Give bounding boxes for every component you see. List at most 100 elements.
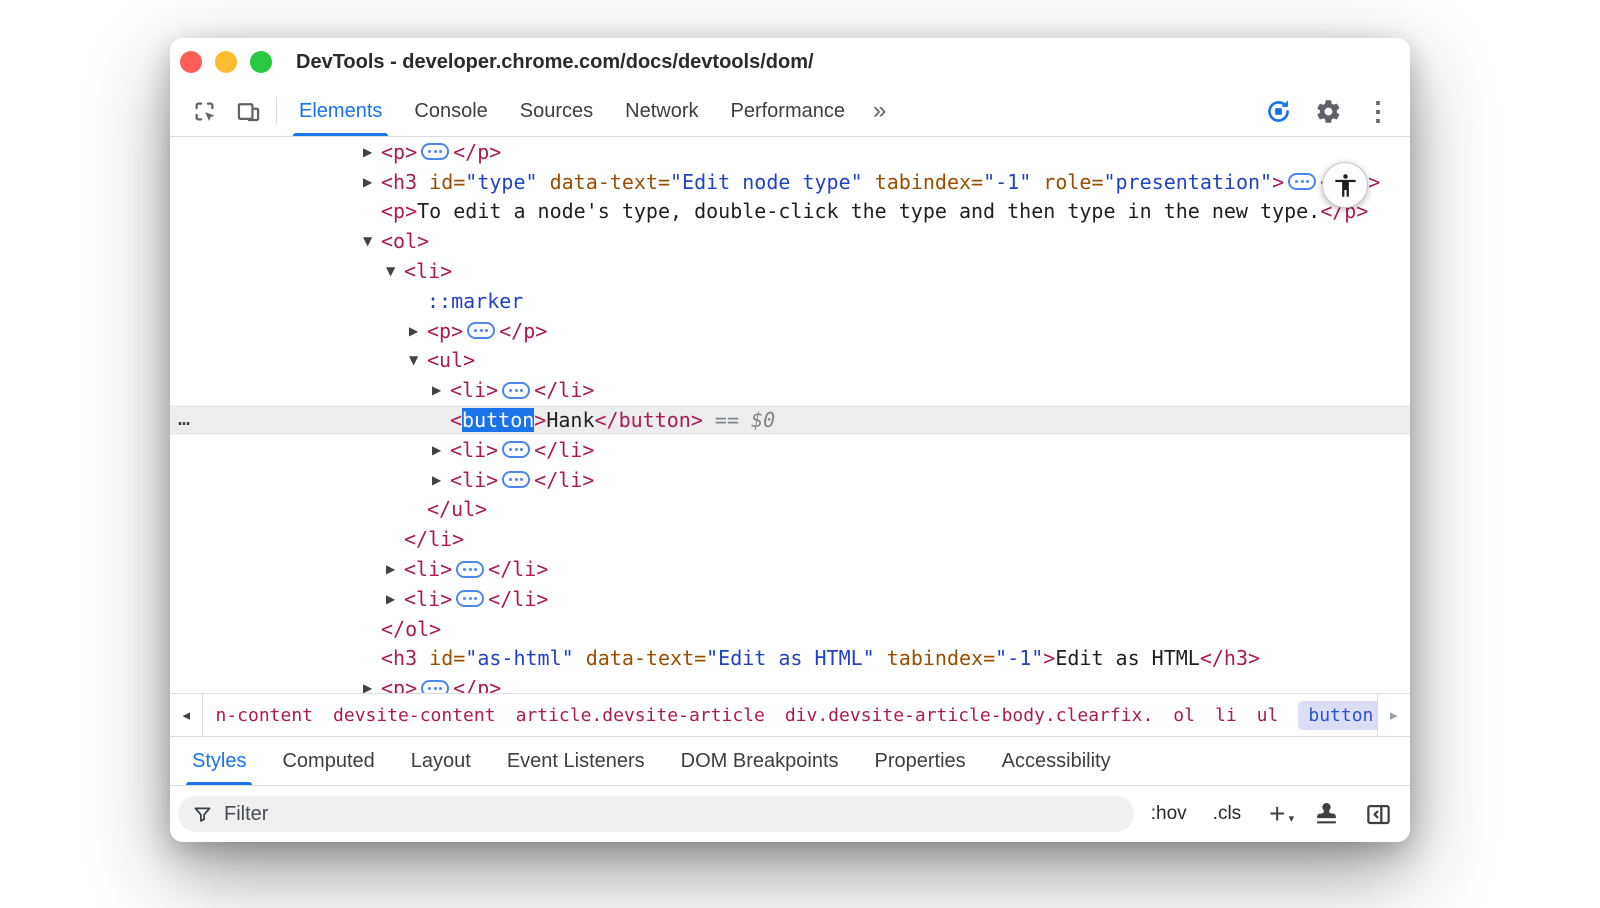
ellipsis-expander-icon[interactable] bbox=[502, 471, 530, 488]
token-val: "presentation" bbox=[1104, 170, 1273, 194]
breadcrumb-item-ul[interactable]: ul bbox=[1257, 705, 1279, 726]
row-actions-ellipsis-icon[interactable]: … bbox=[178, 406, 190, 430]
screencast-icon[interactable] bbox=[1256, 97, 1300, 126]
disclosure-arrow-icon[interactable]: ▼ bbox=[363, 234, 381, 248]
dom-tree-row[interactable]: ▼<ul> bbox=[170, 346, 1410, 376]
sidebar-tab-styles[interactable]: Styles bbox=[174, 737, 264, 785]
breadcrumb-bar: ◂ n-content devsite-content article.devsit… bbox=[170, 693, 1410, 737]
dom-tree-row[interactable]: </ul> bbox=[170, 495, 1410, 525]
settings-gear-icon[interactable] bbox=[1306, 98, 1350, 125]
breadcrumb-item-button[interactable]: button bbox=[1298, 701, 1376, 730]
dom-tree-row[interactable]: …<button>Hank</button> == $0 bbox=[170, 405, 1410, 435]
token-tag: <p> bbox=[381, 676, 417, 693]
element-classes-button[interactable]: .cls bbox=[1204, 803, 1251, 825]
ellipsis-expander-icon[interactable] bbox=[502, 441, 530, 458]
breadcrumb-item-n-content[interactable]: n-content bbox=[215, 705, 313, 726]
sidebar-tab-computed[interactable]: Computed bbox=[264, 737, 392, 785]
ellipsis-expander-icon[interactable] bbox=[502, 382, 530, 399]
breadcrumb-item-devsite-content[interactable]: devsite-content bbox=[333, 705, 496, 726]
minimize-button[interactable] bbox=[215, 51, 237, 73]
dom-tree-row[interactable]: ▶<li></li> bbox=[170, 435, 1410, 465]
plus-caret-icon: ▾ bbox=[1289, 812, 1295, 825]
disclosure-arrow-icon[interactable]: ▶ bbox=[386, 562, 404, 576]
filter-field[interactable] bbox=[178, 796, 1134, 832]
disclosure-arrow-icon[interactable]: ▶ bbox=[363, 681, 381, 693]
ellipsis-expander-icon[interactable] bbox=[421, 143, 449, 160]
dom-tree-row[interactable]: <h3 id="as-html" data-text="Edit as HTML… bbox=[170, 644, 1410, 674]
tab-elements[interactable]: Elements bbox=[283, 86, 398, 136]
dom-tree-row[interactable]: </li> bbox=[170, 524, 1410, 554]
disclosure-arrow-icon[interactable]: ▶ bbox=[432, 443, 450, 457]
dom-tree-row[interactable]: ▶<li></li> bbox=[170, 554, 1410, 584]
ellipsis-expander-icon[interactable] bbox=[421, 680, 449, 693]
dom-tree-row[interactable]: </ol> bbox=[170, 614, 1410, 644]
close-button[interactable] bbox=[180, 51, 202, 73]
rendering-emulation-stamp-icon[interactable] bbox=[1304, 802, 1348, 827]
filter-input[interactable] bbox=[224, 803, 1120, 826]
disclosure-arrow-icon[interactable]: ▶ bbox=[409, 324, 427, 338]
token-tag: </li> bbox=[488, 557, 548, 581]
breadcrumb-item-li[interactable]: li bbox=[1215, 705, 1237, 726]
token-tag: </ul> bbox=[427, 497, 487, 521]
device-toolbar-icon[interactable] bbox=[226, 86, 270, 136]
tab-performance[interactable]: Performance bbox=[715, 86, 862, 136]
disclosure-arrow-icon[interactable]: ▶ bbox=[432, 473, 450, 487]
dom-tree-row[interactable]: ▼<li> bbox=[170, 256, 1410, 286]
breadcrumb-item-article-devsite-article[interactable]: article.devsite-article bbox=[516, 705, 765, 726]
toggle-element-state-button[interactable]: :hov bbox=[1142, 803, 1196, 825]
panel-tabs: ElementsConsoleSourcesNetworkPerformance bbox=[283, 86, 861, 136]
disclosure-arrow-icon[interactable]: ▼ bbox=[409, 353, 427, 367]
tab-sources[interactable]: Sources bbox=[504, 86, 609, 136]
breadcrumb-scroll-right-icon[interactable]: ▸ bbox=[1377, 694, 1410, 736]
plus-icon: + bbox=[1269, 798, 1285, 830]
dom-tree-row[interactable]: ▶<h3 id="type" data-text="Edit node type… bbox=[170, 167, 1410, 197]
breadcrumb-item-div-devsite-article-body-clearfix[interactable]: div.devsite-article-body.clearfix. bbox=[785, 705, 1153, 726]
disclosure-arrow-icon[interactable]: ▶ bbox=[432, 383, 450, 397]
disclosure-arrow-icon[interactable]: ▼ bbox=[386, 264, 404, 278]
disclosure-arrow-icon[interactable]: ▶ bbox=[363, 145, 381, 159]
more-menu-icon[interactable]: ⋮ bbox=[1356, 96, 1400, 127]
inspect-element-icon[interactable] bbox=[182, 86, 226, 136]
dom-tree-row[interactable]: ▶<li></li> bbox=[170, 584, 1410, 614]
sidebar-tab-event-listeners[interactable]: Event Listeners bbox=[489, 737, 663, 785]
sidebar-tab-accessibility[interactable]: Accessibility bbox=[984, 737, 1129, 785]
sidebar-tab-properties[interactable]: Properties bbox=[857, 737, 984, 785]
token-tag: </p> bbox=[499, 319, 547, 343]
token-tag: > bbox=[1272, 170, 1284, 194]
sidebar-tab-dom-breakpoints[interactable]: DOM Breakpoints bbox=[663, 737, 857, 785]
dom-tree-row[interactable]: ▶<p></p> bbox=[170, 137, 1410, 167]
tab-network[interactable]: Network bbox=[609, 86, 714, 136]
disclosure-arrow-icon[interactable]: ▶ bbox=[386, 592, 404, 606]
toggle-sidebar-icon[interactable] bbox=[1356, 801, 1400, 828]
ellipsis-expander-icon[interactable] bbox=[467, 322, 495, 339]
token-tag: </li> bbox=[488, 587, 548, 611]
token-attr: id= bbox=[417, 646, 465, 670]
token-tag: <li> bbox=[404, 259, 452, 283]
zoom-button[interactable] bbox=[250, 51, 272, 73]
dom-tree-row[interactable]: ::marker bbox=[170, 286, 1410, 316]
token-tag: > bbox=[534, 408, 546, 432]
ellipsis-expander-icon[interactable] bbox=[456, 590, 484, 607]
dom-tree-row[interactable]: ▼<ol> bbox=[170, 226, 1410, 256]
disclosure-arrow-icon[interactable]: ▶ bbox=[363, 175, 381, 189]
breadcrumb-list: n-content devsite-content article.devsite-… bbox=[203, 694, 1376, 736]
dom-tree-row[interactable]: ▶<p></p> bbox=[170, 673, 1410, 693]
dom-tree-row[interactable]: ▶<li></li> bbox=[170, 465, 1410, 495]
sidebar-tab-layout[interactable]: Layout bbox=[393, 737, 489, 785]
dom-tree-row[interactable]: ▶<p></p> bbox=[170, 316, 1410, 346]
dom-tree-row[interactable]: <p>To edit a node's type, double-click t… bbox=[170, 197, 1410, 227]
token-tag: < bbox=[450, 408, 462, 432]
ellipsis-expander-icon[interactable] bbox=[1288, 173, 1316, 190]
new-style-rule-button[interactable]: + ▾ bbox=[1258, 798, 1296, 830]
token-tag: <p> bbox=[381, 140, 417, 164]
token-attr: tabindex= bbox=[875, 646, 995, 670]
dom-tree-row[interactable]: ▶<li></li> bbox=[170, 375, 1410, 405]
token-attr: data-text= bbox=[538, 170, 670, 194]
token-pseudo: ::marker bbox=[427, 289, 523, 313]
more-panels-button[interactable]: » bbox=[861, 86, 898, 136]
breadcrumb-scroll-left-icon[interactable]: ◂ bbox=[170, 694, 203, 736]
token-val: "type" bbox=[465, 170, 537, 194]
breadcrumb-item-ol[interactable]: ol bbox=[1173, 705, 1195, 726]
tab-console[interactable]: Console bbox=[398, 86, 503, 136]
ellipsis-expander-icon[interactable] bbox=[456, 561, 484, 578]
